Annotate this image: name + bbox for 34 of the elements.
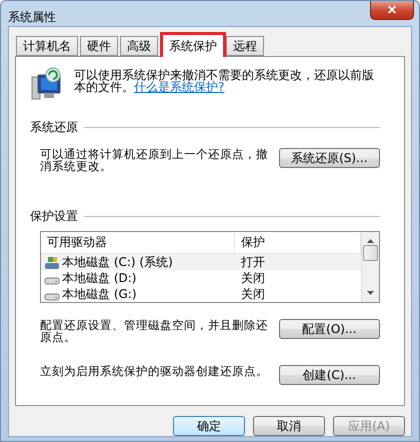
configure-description: 配置还原设置、管理磁盘空间，并且删除还原点。 xyxy=(40,319,269,343)
drive-name: 本地磁盘 (D:) xyxy=(62,270,136,287)
tab[interactable]: 远程 xyxy=(226,36,264,56)
drive-row[interactable]: 本地磁盘 (D:) 关闭 xyxy=(41,270,361,286)
restore-description: 可以通过将计算机还原到上一个还原点，撤消系统更改。 xyxy=(40,148,269,172)
drive-row[interactable]: 本地磁盘 (C:) (系统) 打开 xyxy=(41,254,361,270)
close-button[interactable]: ✕ xyxy=(370,1,414,20)
scroll-thumb[interactable] xyxy=(363,245,378,261)
tab[interactable]: 系统保护 xyxy=(160,32,226,57)
configure-button[interactable]: 配置(O)... xyxy=(278,319,380,339)
drive-name: 本地磁盘 (G:) xyxy=(62,286,137,302)
tab[interactable]: 高级 xyxy=(120,36,158,56)
protection-status: 关闭 xyxy=(240,286,266,302)
scrollbar[interactable] xyxy=(361,232,379,302)
dialog-button[interactable]: 取消 xyxy=(253,416,325,436)
column-header[interactable]: 可用驱动器 xyxy=(41,232,235,253)
create-button[interactable]: 创建(C)... xyxy=(278,365,380,385)
protection-status: 打开 xyxy=(240,254,266,271)
drive-row[interactable]: 本地磁盘 (G:) 关闭 xyxy=(41,286,361,302)
create-description: 立刻为启用系统保护的驱动器创建还原点。 xyxy=(40,365,269,377)
system-restore-button[interactable]: 系统还原(S)... xyxy=(278,148,380,168)
system-drive-icon xyxy=(44,256,60,270)
dialog-button[interactable]: 确定 xyxy=(173,416,245,436)
section-heading: 保护设置 xyxy=(30,208,78,225)
intro-text: 可以使用系统保护来撤消不需要的系统更改，还原以前版本的文件。什么是系统保护? xyxy=(74,69,374,93)
drive-name: 本地磁盘 (C:) (系统) xyxy=(62,254,173,271)
tab[interactable]: 计算机名 xyxy=(16,36,78,56)
help-link[interactable]: 什么是系统保护? xyxy=(134,80,224,94)
tab[interactable]: 硬件 xyxy=(80,36,118,56)
scroll-up-icon[interactable] xyxy=(367,239,374,243)
section-heading: 系统还原 xyxy=(30,119,78,136)
protection-status: 关闭 xyxy=(240,270,266,287)
window-title: 系统属性 xyxy=(8,9,56,26)
scroll-down-icon[interactable] xyxy=(367,291,374,295)
